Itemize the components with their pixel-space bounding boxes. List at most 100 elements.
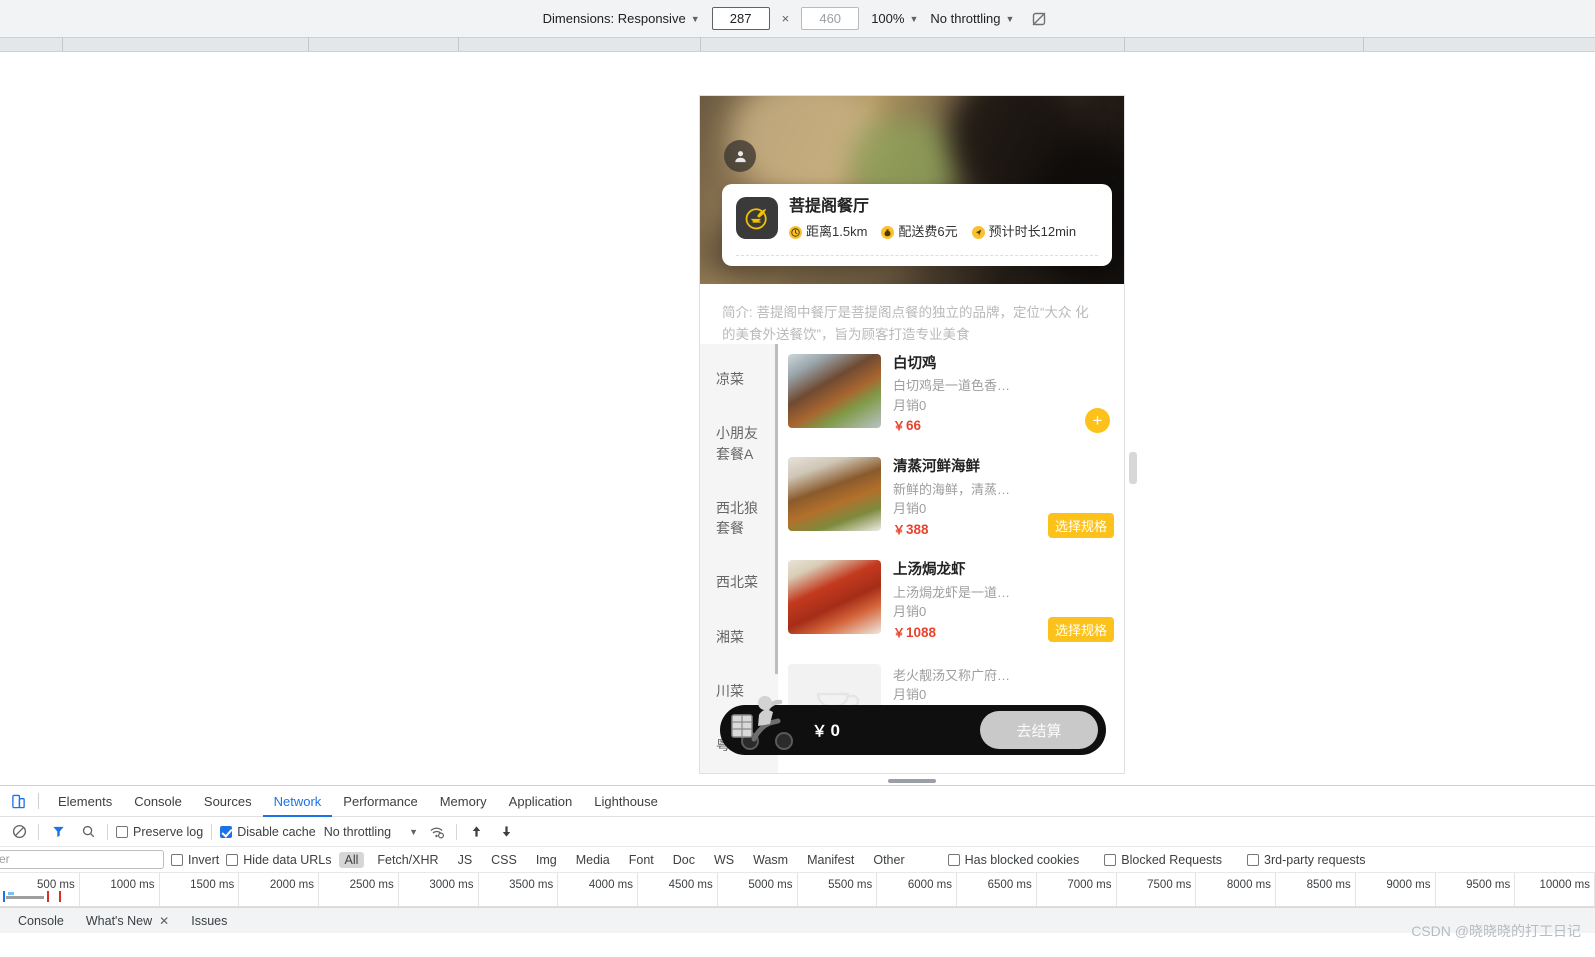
checkbox-box [116,825,128,838]
filter-type-js[interactable]: JS [452,852,479,868]
tab-elements[interactable]: Elements [47,786,123,817]
filter-type-all[interactable]: All [338,851,365,868]
clear-icon[interactable] [8,821,30,843]
network-filter-row: er Invert Hide data URLs All Fetch/XHR J… [0,847,1595,873]
emulation-stage: 简介: 菩提阁中餐厅是菩提阁点餐的独立的品牌，定位“大众 化的美食外送餐饮”，旨… [0,52,1595,785]
chevron-down-icon: ▼ [909,13,919,24]
shop-meta-distance-label: 距离1.5km [806,223,868,239]
delivery-scooter-icon [726,691,800,753]
network-throttling-select[interactable]: No throttling ▼ [324,825,418,839]
dish-description: 上汤焗龙虾是一道… [893,584,1011,600]
checkbox-box [220,825,233,838]
timeline-request-bars [0,891,1595,903]
third-party-requests-checkbox[interactable]: 3rd-party requests [1247,853,1365,867]
upload-har-icon[interactable] [465,821,487,843]
viewport-ruler [0,38,1595,52]
dimensions-dropdown[interactable]: Dimensions: Responsive ▼ [543,11,700,26]
tab-sources[interactable]: Sources [193,786,263,817]
checkbox-box [226,853,239,866]
dish-item-0[interactable]: 白切鸡 白切鸡是一道色香… 月销0 ￥66 + [788,344,1124,447]
disable-cache-checkbox[interactable]: Disable cache [220,825,316,839]
tab-network[interactable]: Network [263,786,333,817]
filter-input[interactable]: er [0,850,164,869]
category-item-4[interactable]: 湘菜 [700,610,778,664]
viewport-resize-handle-right[interactable] [1129,452,1137,484]
user-avatar-icon[interactable] [724,140,756,172]
filter-type-doc[interactable]: Doc [667,852,701,868]
viewport-height-input[interactable]: 460 [801,7,860,30]
filter-type-font[interactable]: Font [623,852,660,868]
close-icon[interactable]: ✕ [159,914,169,928]
checkbox-box [947,853,960,866]
hide-data-urls-checkbox[interactable]: Hide data URLs [226,852,332,867]
filter-type-media[interactable]: Media [570,852,616,868]
cart-total: ￥ 0 [812,720,840,741]
select-spec-button[interactable]: 选择规格 [1047,513,1114,539]
drawer-tab-whats-new-label: What's New [85,913,153,928]
shop-meta-delivery-fee: 配送费6元 [881,221,958,244]
card-divider [736,254,1098,256]
currency-symbol: ￥ [812,722,828,740]
timeline-tick-label: 5000 ms [748,879,793,891]
filter-type-other[interactable]: Other [867,852,910,868]
download-har-icon[interactable] [495,821,517,843]
dish-thumbnail [788,560,881,635]
device-toggle-icon[interactable] [6,789,30,813]
currency-symbol: ￥ [893,419,906,434]
drawer-tab-console[interactable]: Console [8,908,74,934]
dish-description: 新鲜的海鲜，清蒸… [893,481,1011,497]
category-item-1[interactable]: 小朋友套餐A [700,406,778,481]
dimension-multiply-symbol: × [781,11,790,26]
dish-item-2[interactable]: 上汤焗龙虾 上汤焗龙虾是一道… 月销0 ￥1088 选择规格 [788,550,1124,653]
network-conditions-icon[interactable] [426,821,448,843]
network-throttling-dropdown[interactable]: No throttling ▼ [930,11,1014,26]
filter-type-wasm[interactable]: Wasm [747,852,794,868]
drawer-tab-whats-new[interactable]: What's New ✕ [76,908,179,934]
shop-intro-text: 简介: 菩提阁中餐厅是菩提阁点餐的独立的品牌，定位“大众 化的美食外送餐饮”，旨… [722,305,1089,343]
watermark: CSDN @晓晓晓的打工日记 [1411,923,1581,939]
device-viewport[interactable]: 简介: 菩提阁中餐厅是菩提阁点餐的独立的品牌，定位“大众 化的美食外送餐饮”，旨… [700,96,1124,773]
money-bag-icon [881,225,895,239]
dish-item-1[interactable]: 清蒸河鲜海鲜 新鲜的海鲜，清蒸… 月销0 ￥388 选择规格 [788,447,1124,550]
rotate-icon[interactable] [1026,6,1052,32]
chevron-down-icon: ▼ [409,826,419,837]
category-scrollbar[interactable] [775,344,778,674]
devtools-panel: Elements Console Sources Network Perform… [0,785,1595,957]
drawer-tab-issues[interactable]: Issues [181,908,237,934]
tab-performance[interactable]: Performance [332,786,428,817]
device-emulation-toolbar: Dimensions: Responsive ▼ 287 × 460 100% … [0,0,1595,38]
checkbox-box [171,853,183,866]
network-timeline-overview[interactable]: 500 ms 1000 ms 1500 ms 2000 ms 2500 ms 3… [0,873,1595,907]
timeline-tick-label: 4000 ms [588,879,633,891]
filter-type-manifest[interactable]: Manifest [801,852,860,868]
search-icon[interactable] [77,821,99,843]
viewport-width-input[interactable]: 287 [711,7,770,30]
preserve-log-checkbox[interactable]: Preserve log [116,825,203,839]
zoom-dropdown[interactable]: 100% ▼ [871,11,918,26]
timeline-tick-label: 8500 ms [1306,879,1351,891]
has-blocked-cookies-checkbox[interactable]: Has blocked cookies [947,853,1079,867]
hide-data-urls-label: Hide data URLs [243,852,332,867]
category-item-2[interactable]: 西北狼套餐 [700,481,778,556]
timeline-tick-label: 2500 ms [349,879,394,891]
filter-type-ws[interactable]: WS [708,852,740,868]
restaurant-logo-icon [736,197,778,239]
category-item-3[interactable]: 西北菜 [700,555,778,609]
blocked-requests-checkbox[interactable]: Blocked Requests [1104,853,1222,867]
invert-checkbox[interactable]: Invert [171,853,219,867]
tab-lighthouse[interactable]: Lighthouse [583,786,669,817]
filter-type-fetch-xhr[interactable]: Fetch/XHR [371,852,444,868]
timeline-tick-label: 4500 ms [668,879,713,891]
filter-type-css[interactable]: CSS [485,852,523,868]
tab-memory[interactable]: Memory [429,786,498,817]
filter-type-img[interactable]: Img [530,852,563,868]
tab-console[interactable]: Console [123,786,193,817]
category-item-0[interactable]: 凉菜 [700,352,778,406]
third-party-requests-label: 3rd-party requests [1264,852,1366,867]
filter-icon[interactable] [47,821,69,843]
shop-meta-delivery-fee-label: 配送费6元 [898,223,958,239]
select-spec-button[interactable]: 选择规格 [1047,616,1114,642]
clock-icon [789,225,802,239]
checkout-button[interactable]: 去结算 [980,711,1098,749]
tab-application[interactable]: Application [498,786,584,817]
